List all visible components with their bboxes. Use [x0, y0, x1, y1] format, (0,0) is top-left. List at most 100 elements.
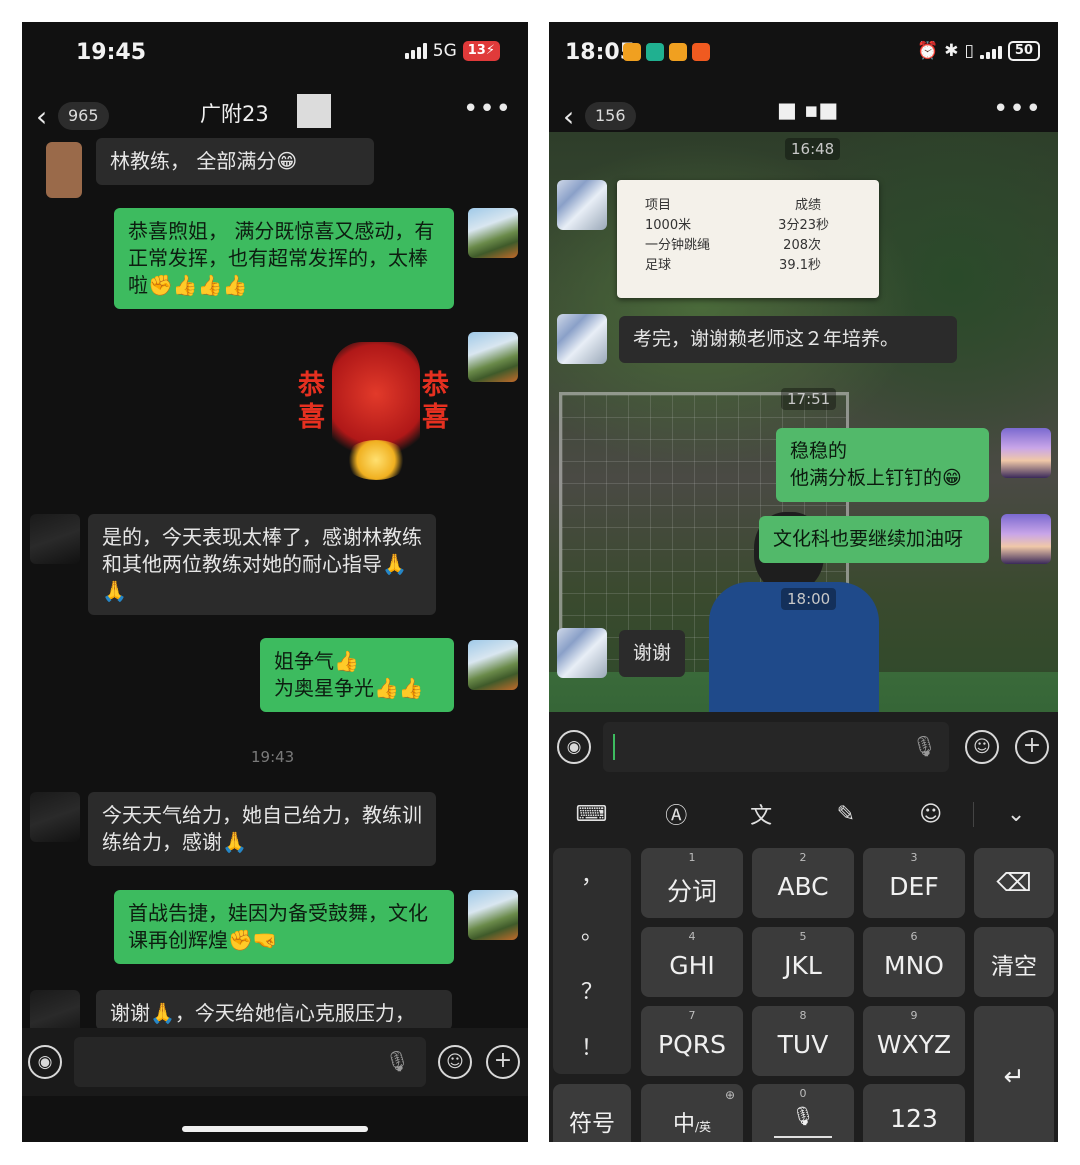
message-bubble-in: 谢谢🙏，今天给她信心克服压力，: [96, 990, 452, 1030]
avatar[interactable]: [1001, 428, 1051, 478]
plus-icon[interactable]: +: [486, 1045, 520, 1079]
microphone-icon[interactable]: 🎙: [385, 1049, 410, 1073]
backspace-key[interactable]: ⌫: [974, 848, 1054, 918]
text-scan-icon[interactable]: Ⓐ: [634, 798, 719, 830]
chevron-left-icon[interactable]: ‹: [563, 100, 574, 133]
key-3[interactable]: 3 DEF: [863, 848, 965, 918]
chat-input-bar: ◉ 🎙 ☺ +: [549, 712, 1058, 782]
plus-icon[interactable]: +: [1015, 730, 1049, 764]
score-item: 1000米: [645, 218, 692, 233]
message-input[interactable]: 🎙: [603, 722, 949, 772]
avatar[interactable]: [468, 208, 518, 258]
message-bubble-in: 是的，今天表现太棒了，感谢林教练和其他两位教练对她的耐心指导🙏🙏: [88, 514, 436, 615]
left-phone-screen: 19:45 5G 13⚡ ‹ 965 广附23 ••• 林教练， 全部满分😁 恭…: [22, 22, 528, 1142]
status-time: 19:45: [76, 40, 147, 65]
score-item: 足球: [645, 258, 672, 273]
punct-exclaim[interactable]: ！: [553, 1030, 631, 1062]
avatar[interactable]: [468, 890, 518, 940]
emoji-icon[interactable]: ☺: [888, 802, 973, 827]
avatar[interactable]: [30, 792, 80, 842]
unread-count-badge[interactable]: 156: [585, 102, 636, 130]
emoji-icon[interactable]: ☺: [965, 730, 999, 764]
message-bubble-in: 谢谢: [619, 630, 685, 677]
timestamp: 19:43: [251, 748, 295, 766]
right-phone-screen: 18:05 ⏰ ✱ ▯ 50 ‹ 156 ■ ▪■ ••• 16:48 项目 成绩…: [549, 22, 1058, 1142]
status-bar: 19:45 5G 13⚡: [22, 22, 528, 84]
alarm-icon: ⏰: [917, 41, 939, 61]
message-bubble-out: 恭喜煦姐， 满分既惊喜又感动，有正常发挥，也有超常发挥的，太棒啦✊👍👍👍: [114, 208, 454, 309]
avatar[interactable]: [557, 180, 607, 230]
app-notification-icon: [692, 43, 710, 61]
score-value: 3分23秒: [778, 218, 829, 233]
avatar[interactable]: [46, 142, 82, 198]
unread-count-badge[interactable]: 965: [58, 102, 109, 130]
more-icon[interactable]: •••: [993, 94, 1042, 124]
handwriting-icon[interactable]: ✎: [803, 802, 888, 827]
key-8[interactable]: 8 TUV: [752, 1006, 854, 1076]
more-icon[interactable]: •••: [463, 94, 512, 124]
backspace-icon: ⌫: [996, 868, 1032, 897]
avatar[interactable]: [468, 640, 518, 690]
punct-question[interactable]: ？: [553, 974, 631, 1006]
timestamp: 18:00: [781, 588, 837, 610]
punct-comma[interactable]: ，: [553, 858, 631, 890]
enter-key[interactable]: ↵: [974, 1006, 1054, 1142]
voice-icon[interactable]: ◉: [557, 730, 591, 764]
symbols-key[interactable]: 符号: [553, 1084, 631, 1142]
battery-icon: 13⚡: [462, 41, 500, 61]
bluetooth-icon: ✱: [944, 41, 959, 61]
status-icons: 5G 13⚡: [404, 41, 500, 61]
key-1[interactable]: 1 分词: [641, 848, 743, 918]
avatar[interactable]: [30, 514, 80, 564]
ime-keyboard: ⌨ Ⓐ 文 ✎ ☺ ⌄ ， 。 ？ ！ 1 分词 2 ABC 3 DEF ⌫ 4 GHI…: [549, 782, 1058, 1142]
key-2[interactable]: 2 ABC: [752, 848, 854, 918]
score-value: 208次: [783, 238, 821, 253]
score-photo-message[interactable]: 项目 成绩 1000米 3分23秒 一分钟跳绳 208次 足球 39.1秒: [617, 180, 879, 298]
redacted-block: [297, 94, 331, 128]
space-key[interactable]: 0 🎙: [752, 1084, 854, 1142]
chevron-left-icon[interactable]: ‹: [36, 100, 47, 133]
avatar[interactable]: [468, 332, 518, 382]
collapse-keyboard-icon[interactable]: ⌄: [973, 801, 1058, 827]
status-icons: ⏰ ✱ ▯ 50: [917, 41, 1040, 61]
key-7[interactable]: 7 PQRS: [641, 1006, 743, 1076]
avatar[interactable]: [557, 628, 607, 678]
text-cursor: [613, 734, 615, 760]
app-notification-icon: [669, 43, 687, 61]
message-bubble-in: 考完，谢谢赖老师这２年培养。: [619, 316, 957, 363]
microphone-icon[interactable]: 🎙: [912, 734, 937, 758]
voice-icon[interactable]: ◉: [28, 1045, 62, 1079]
message-bubble-out: 首战告捷，娃因为备受鼓舞，文化课再创辉煌✊🤜: [114, 890, 454, 964]
sticker-text-right: 恭喜: [422, 370, 449, 433]
translate-icon[interactable]: 文: [719, 798, 804, 830]
key-5[interactable]: 5 JKL: [752, 927, 854, 997]
avatar[interactable]: [557, 314, 607, 364]
vibrate-icon: ▯: [964, 41, 974, 61]
punct-period[interactable]: 。: [553, 914, 631, 946]
chat-title: ■ ▪■: [777, 98, 839, 122]
key-4[interactable]: 4 GHI: [641, 927, 743, 997]
sparkle-icon: [344, 440, 408, 480]
timestamp: 16:48: [785, 138, 841, 160]
chat-input-bar: ◉ 🎙 ☺ +: [22, 1028, 528, 1096]
language-switch-key[interactable]: ⊕ 中/英: [641, 1084, 743, 1142]
keyboard-settings-icon[interactable]: ⌨: [549, 802, 634, 827]
app-notification-icon: [646, 43, 664, 61]
timestamp: 17:51: [781, 388, 837, 410]
sticker-text-left: 恭喜: [298, 370, 325, 433]
punctuation-column[interactable]: ， 。 ？ ！: [553, 848, 631, 1074]
message-bubble-in: 林教练， 全部满分😁: [96, 138, 374, 185]
signal-icon: [979, 43, 1002, 59]
app-notification-icon: [623, 43, 641, 61]
message-bubble-out: 姐争气👍 为奥星争光👍👍: [260, 638, 454, 712]
key-6[interactable]: 6 MNO: [863, 927, 965, 997]
numbers-key[interactable]: 123: [863, 1084, 965, 1142]
message-input[interactable]: 🎙: [74, 1037, 426, 1087]
clear-key[interactable]: 清空: [974, 927, 1054, 997]
key-9[interactable]: 9 WXYZ: [863, 1006, 965, 1076]
avatar[interactable]: [1001, 514, 1051, 564]
chat-header: ‹ 965 广附23 •••: [22, 94, 528, 140]
emoji-icon[interactable]: ☺: [438, 1045, 472, 1079]
globe-icon: ⊕: [724, 1088, 735, 1102]
space-bar-mark: [774, 1136, 832, 1138]
